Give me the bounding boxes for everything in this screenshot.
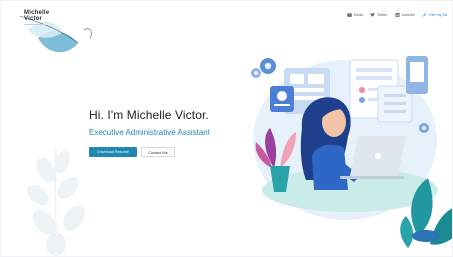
linkedin-icon [395,13,399,17]
hero-subtitle: Executive Administrative Assistant [89,128,210,137]
nav-email-label: Email [353,13,363,17]
nav-twitter-label: Twitter [376,13,388,17]
nav-hire-va-link[interactable]: Hire my VA [422,13,447,17]
brand-last-name: Victor [24,16,43,22]
contact-me-button[interactable]: Contact Me [141,147,175,157]
leaf-decoration-top-left [19,15,92,53]
brand-logo[interactable]: Michelle Victor [24,10,49,22]
leaf-decoration-bottom-left [26,149,85,257]
email-icon [347,13,352,17]
nav-linkedin-label: LinkedIn [401,13,416,17]
hero-title: Hi. I'm Michelle Victor. [89,108,209,122]
nav-linkedin-link[interactable]: LinkedIn [395,13,416,17]
top-nav: Email Twitter LinkedIn Hire my VA [347,13,447,17]
nav-hire-va-label: Hire my VA [429,13,447,17]
nav-twitter-link[interactable]: Twitter [370,13,388,17]
hero-illustration [251,56,453,248]
page: Michelle Victor Email Twitter LinkedIn H… [0,0,453,257]
nav-email-link[interactable]: Email [347,13,363,17]
download-resume-button[interactable]: Download Resume [89,147,137,157]
edit-icon [423,13,427,17]
brand-underline [24,24,46,25]
twitter-icon [370,13,375,17]
